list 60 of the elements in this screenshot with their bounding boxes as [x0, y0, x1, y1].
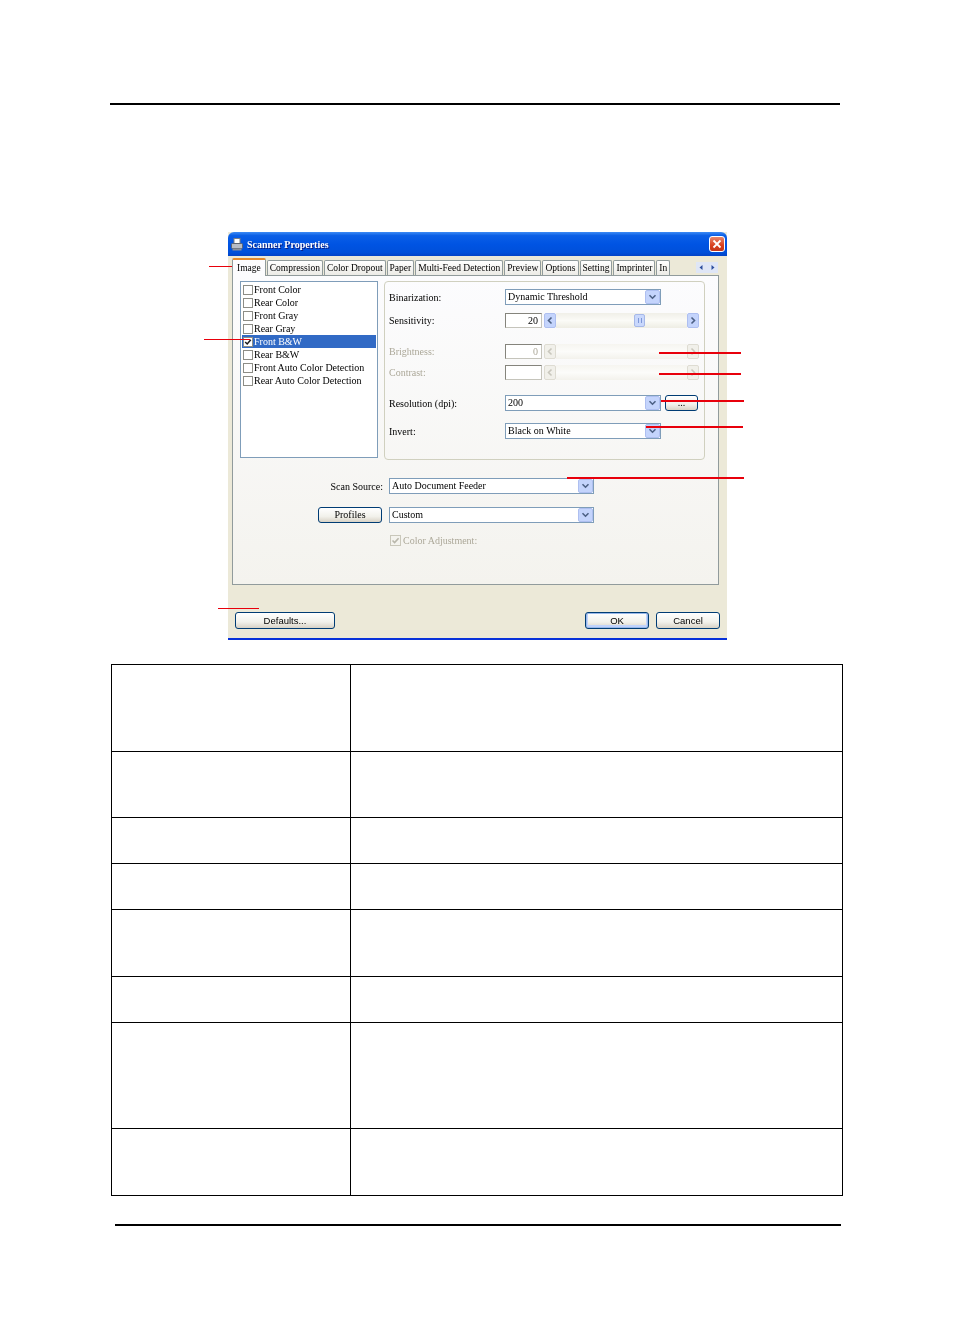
tab[interactable]: Imprinter — [613, 260, 656, 275]
tab[interactable]: Compression — [266, 260, 323, 275]
dropdown[interactable]: Dynamic Threshold — [505, 289, 661, 305]
field-label: Sensitivity: — [389, 315, 436, 326]
tab[interactable]: Options — [542, 260, 579, 275]
field-label: Binarization: — [389, 291, 443, 303]
dialog-button[interactable]: Cancel — [656, 612, 720, 629]
chevron-down-icon — [578, 508, 593, 522]
checkbox[interactable] — [243, 284, 253, 295]
checkbox[interactable] — [243, 375, 253, 386]
dropdown[interactable]: 200 — [505, 395, 661, 411]
tab[interactable]: Image — [232, 258, 266, 276]
list-item[interactable]: Front Gray — [242, 309, 376, 322]
dropdown[interactable]: Custom — [389, 507, 594, 523]
value-field[interactable] — [505, 365, 542, 380]
value-field[interactable]: 20 — [505, 313, 542, 328]
close-icon — [712, 239, 722, 249]
list-item[interactable]: Rear Auto Color Detection — [242, 374, 376, 387]
list-item[interactable]: Front Color — [242, 283, 376, 296]
chevron-right-icon[interactable] — [687, 313, 699, 328]
field-label: Resolution (dpi): — [389, 397, 459, 409]
checkbox[interactable] — [243, 349, 253, 360]
tab[interactable]: In — [656, 260, 671, 275]
chevron-down-icon — [645, 396, 660, 410]
close-button[interactable] — [709, 236, 725, 252]
dropdown[interactable]: Black on White — [505, 423, 661, 439]
chevron-down-icon — [578, 479, 593, 493]
tab[interactable]: Setting — [579, 260, 613, 275]
dropdown[interactable]: Auto Document Feeder — [389, 478, 594, 494]
caret-right-icon[interactable] — [707, 262, 718, 273]
list-item[interactable]: Front Auto Color Detection — [242, 361, 376, 374]
field-label: Scan Source: — [330, 480, 383, 492]
dialog-button[interactable]: OK — [585, 612, 649, 629]
window-title: Scanner Properties — [247, 238, 329, 250]
tab[interactable]: Paper — [386, 260, 415, 275]
slider-thumb[interactable] — [634, 314, 645, 327]
list-item[interactable]: Rear Gray — [242, 322, 376, 335]
tab[interactable]: Color Dropout — [323, 260, 386, 275]
checkbox[interactable] — [243, 297, 253, 308]
list-item[interactable]: Rear Color — [242, 296, 376, 309]
checkbox-label: Color Adjustment: — [403, 535, 478, 546]
checkbox[interactable] — [243, 310, 253, 321]
chevron-down-icon — [645, 290, 660, 304]
list-item[interactable]: Front B&W — [242, 335, 376, 348]
leader-line — [218, 608, 259, 609]
profiles-button[interactable]: Profiles — [318, 507, 382, 523]
leader-line — [204, 339, 250, 340]
field-label: Brightness: — [389, 346, 436, 357]
checkbox[interactable] — [243, 336, 253, 347]
printer-icon — [231, 237, 243, 251]
chevron-left-icon[interactable] — [544, 313, 556, 328]
tab[interactable]: Preview — [504, 260, 542, 275]
dialog-button[interactable]: Defaults... — [235, 612, 335, 629]
checkbox[interactable] — [243, 323, 253, 334]
checkbox[interactable] — [243, 362, 253, 373]
tab[interactable]: Multi-Feed Detection — [415, 260, 504, 275]
field-label: Contrast: — [389, 367, 427, 378]
list-item[interactable]: Rear B&W — [242, 348, 376, 361]
field-label: Invert: — [389, 425, 417, 437]
caret-left-icon[interactable] — [696, 262, 707, 273]
